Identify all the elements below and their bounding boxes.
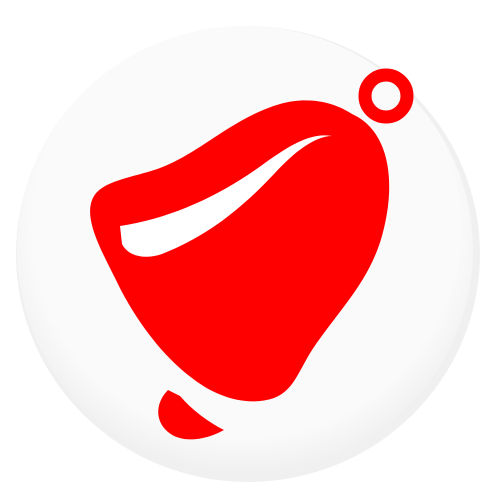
bell-icon — [16, 26, 480, 482]
app-icon-badge — [12, 18, 482, 483]
app-icon-canvas — [0, 0, 493, 501]
